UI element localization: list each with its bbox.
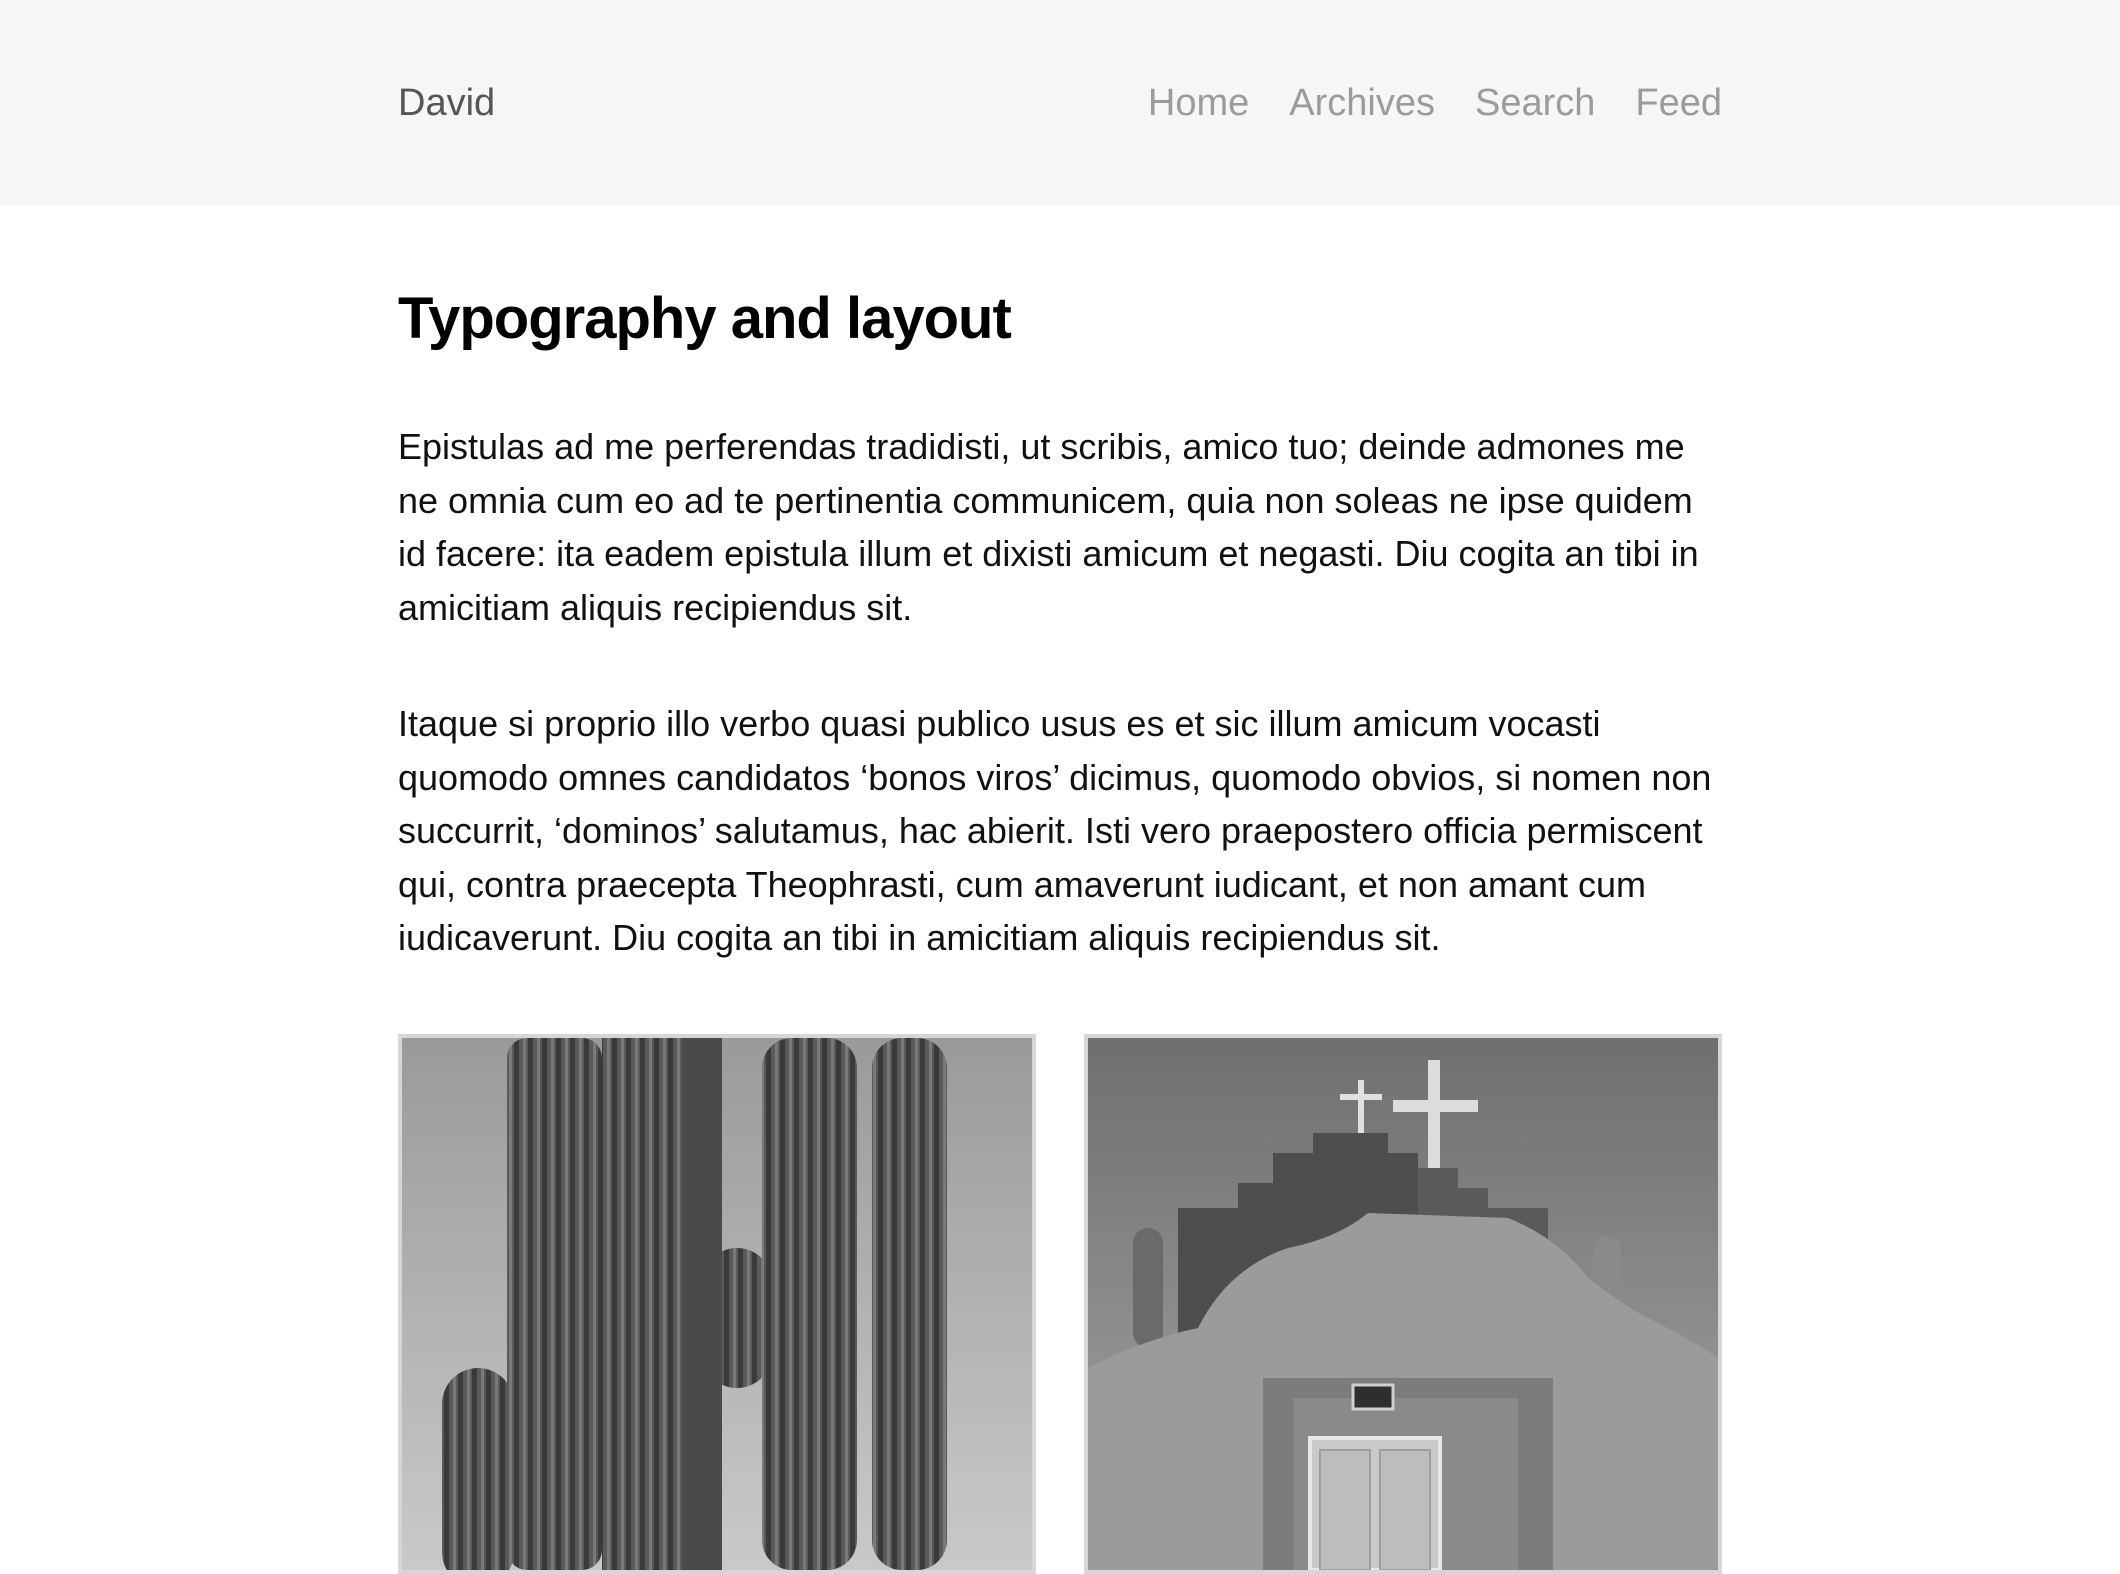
nav-archives-link[interactable]: Archives bbox=[1289, 78, 1435, 128]
saguaro-cactus-photo bbox=[398, 1034, 1036, 1574]
post-article: Typography and layout Epistulas ad me pe… bbox=[398, 206, 1722, 965]
nav-feed-link[interactable]: Feed bbox=[1635, 78, 1722, 128]
nav-search-link[interactable]: Search bbox=[1475, 78, 1595, 128]
photo-gallery bbox=[398, 1034, 1722, 1574]
post-title: Typography and layout bbox=[398, 286, 1012, 351]
site-header: David Home Archives Search Feed bbox=[0, 0, 2120, 206]
post-paragraph-1: Epistulas ad me perferendas tradidisti, … bbox=[398, 426, 1699, 628]
main-nav: Home Archives Search Feed bbox=[1148, 78, 1722, 128]
site-title-link[interactable]: David bbox=[398, 78, 495, 128]
adobe-church-photo bbox=[1084, 1034, 1722, 1574]
nav-home-link[interactable]: Home bbox=[1148, 78, 1249, 128]
post-paragraph-2: Itaque si proprio illo verbo quasi publi… bbox=[398, 703, 1712, 958]
